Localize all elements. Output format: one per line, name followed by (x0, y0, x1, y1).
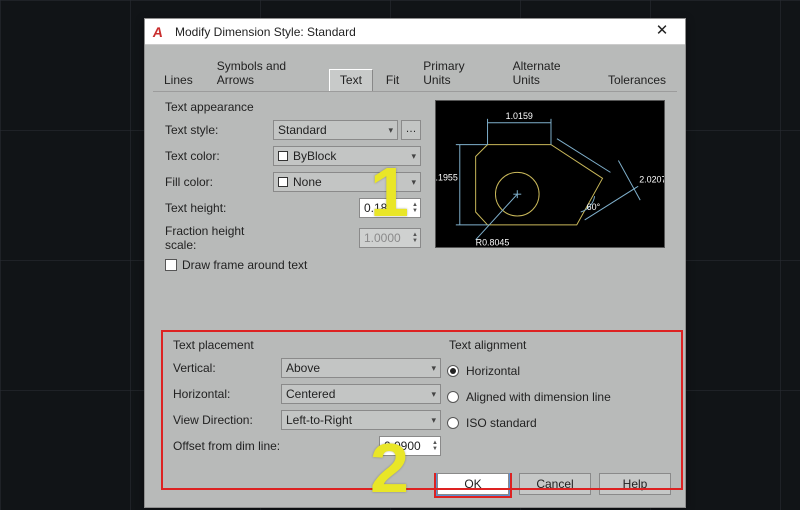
offset-label: Offset from dim line: (171, 439, 281, 453)
vertical-combo[interactable]: Above ▾ (281, 358, 441, 378)
dimension-preview: 1.0159 1.1955 2.0207 60° (435, 100, 665, 248)
text-placement-group: Text placement Vertical: Above ▾ Horizon… (171, 338, 441, 482)
group-title-alignment: Text alignment (449, 338, 673, 352)
spinner-arrows-icon[interactable]: ▲▼ (412, 202, 418, 214)
offset-value: 0.0900 (384, 439, 421, 453)
text-height-label: Text height: (163, 201, 273, 215)
color-swatch-icon (278, 177, 288, 187)
modify-dimstyle-dialog: A Modify Dimension Style: Standard ✕ Lin… (144, 18, 686, 508)
text-alignment-group: Text alignment Horizontal Aligned with d… (441, 338, 673, 482)
text-height-spinner[interactable]: 0.18 ▲▼ (359, 198, 421, 218)
draw-frame-label: Draw frame around text (182, 258, 307, 272)
vertical-label: Vertical: (171, 361, 281, 375)
text-appearance-group: Text appearance Text style: Standard ▾ …… (163, 100, 421, 272)
spinner-arrows-icon[interactable]: ▲▼ (432, 440, 438, 452)
fill-color-combo[interactable]: None ▾ (273, 172, 421, 192)
dialog-title: Modify Dimension Style: Standard (175, 25, 645, 39)
text-color-label: Text color: (163, 149, 273, 163)
tab-tolerances[interactable]: Tolerances (597, 69, 677, 91)
tab-strip: Lines Symbols and Arrows Text Fit Primar… (145, 45, 685, 91)
horizontal-combo[interactable]: Centered ▾ (281, 384, 441, 404)
tab-text[interactable]: Text (329, 69, 373, 91)
tab-symbols-arrows[interactable]: Symbols and Arrows (206, 55, 327, 91)
text-style-combo[interactable]: Standard ▾ (273, 120, 398, 140)
highlighted-settings-group: Text placement Vertical: Above ▾ Horizon… (161, 330, 683, 490)
view-direction-label: View Direction: (171, 413, 281, 427)
text-color-value: ByBlock (293, 149, 336, 163)
fraction-scale-value: 1.0000 (364, 231, 401, 245)
vertical-value: Above (286, 361, 320, 375)
group-title-placement: Text placement (173, 338, 441, 352)
tab-lines[interactable]: Lines (153, 69, 204, 91)
fill-color-label: Fill color: (163, 175, 273, 189)
fraction-scale-spinner: 1.0000 ▲▼ (359, 228, 421, 248)
preview-dim-right: 2.0207 (639, 174, 664, 184)
preview-dim-top: 1.0159 (506, 111, 533, 121)
tab-primary-units[interactable]: Primary Units (412, 55, 499, 91)
alignment-option-iso: ISO standard (466, 416, 537, 430)
chevron-down-icon: ▾ (431, 389, 436, 400)
view-direction-combo[interactable]: Left-to-Right ▾ (281, 410, 441, 430)
text-style-more-button[interactable]: … (401, 120, 421, 140)
titlebar[interactable]: A Modify Dimension Style: Standard ✕ (145, 19, 685, 45)
offset-spinner[interactable]: 0.0900 ▲▼ (379, 436, 441, 456)
fraction-scale-label: Fraction height scale: (163, 224, 273, 252)
text-style-value: Standard (278, 123, 327, 137)
view-direction-value: Left-to-Right (286, 413, 352, 427)
close-icon[interactable]: ✕ (645, 21, 679, 43)
text-height-value: 0.18 (364, 201, 387, 215)
horizontal-label: Horizontal: (171, 387, 281, 401)
color-swatch-icon (278, 151, 288, 161)
chevron-down-icon: ▾ (431, 415, 436, 426)
alignment-radio-aligned[interactable] (447, 391, 459, 403)
horizontal-value: Centered (286, 387, 335, 401)
tab-body: Text appearance Text style: Standard ▾ …… (153, 91, 677, 473)
preview-dim-angle: 60° (587, 202, 601, 212)
app-icon: A (152, 25, 168, 39)
draw-frame-checkbox[interactable] (165, 259, 177, 271)
alignment-radio-horizontal[interactable] (447, 365, 459, 377)
tab-alternate-units[interactable]: Alternate Units (502, 55, 595, 91)
chevron-down-icon: ▾ (411, 177, 416, 188)
chevron-down-icon: ▾ (411, 151, 416, 162)
group-title-appearance: Text appearance (165, 100, 421, 114)
text-style-label: Text style: (163, 123, 273, 137)
chevron-down-icon: ▾ (388, 125, 393, 136)
alignment-option-aligned: Aligned with dimension line (466, 390, 611, 404)
fill-color-value: None (293, 175, 322, 189)
tab-fit[interactable]: Fit (375, 69, 410, 91)
chevron-down-icon: ▾ (431, 363, 436, 374)
text-color-combo[interactable]: ByBlock ▾ (273, 146, 421, 166)
spinner-arrows-icon: ▲▼ (412, 232, 418, 244)
preview-dim-left: 1.1955 (436, 172, 458, 182)
alignment-radio-iso[interactable] (447, 417, 459, 429)
preview-dim-radius: R0.8045 (476, 238, 510, 248)
alignment-option-horizontal: Horizontal (466, 364, 520, 378)
